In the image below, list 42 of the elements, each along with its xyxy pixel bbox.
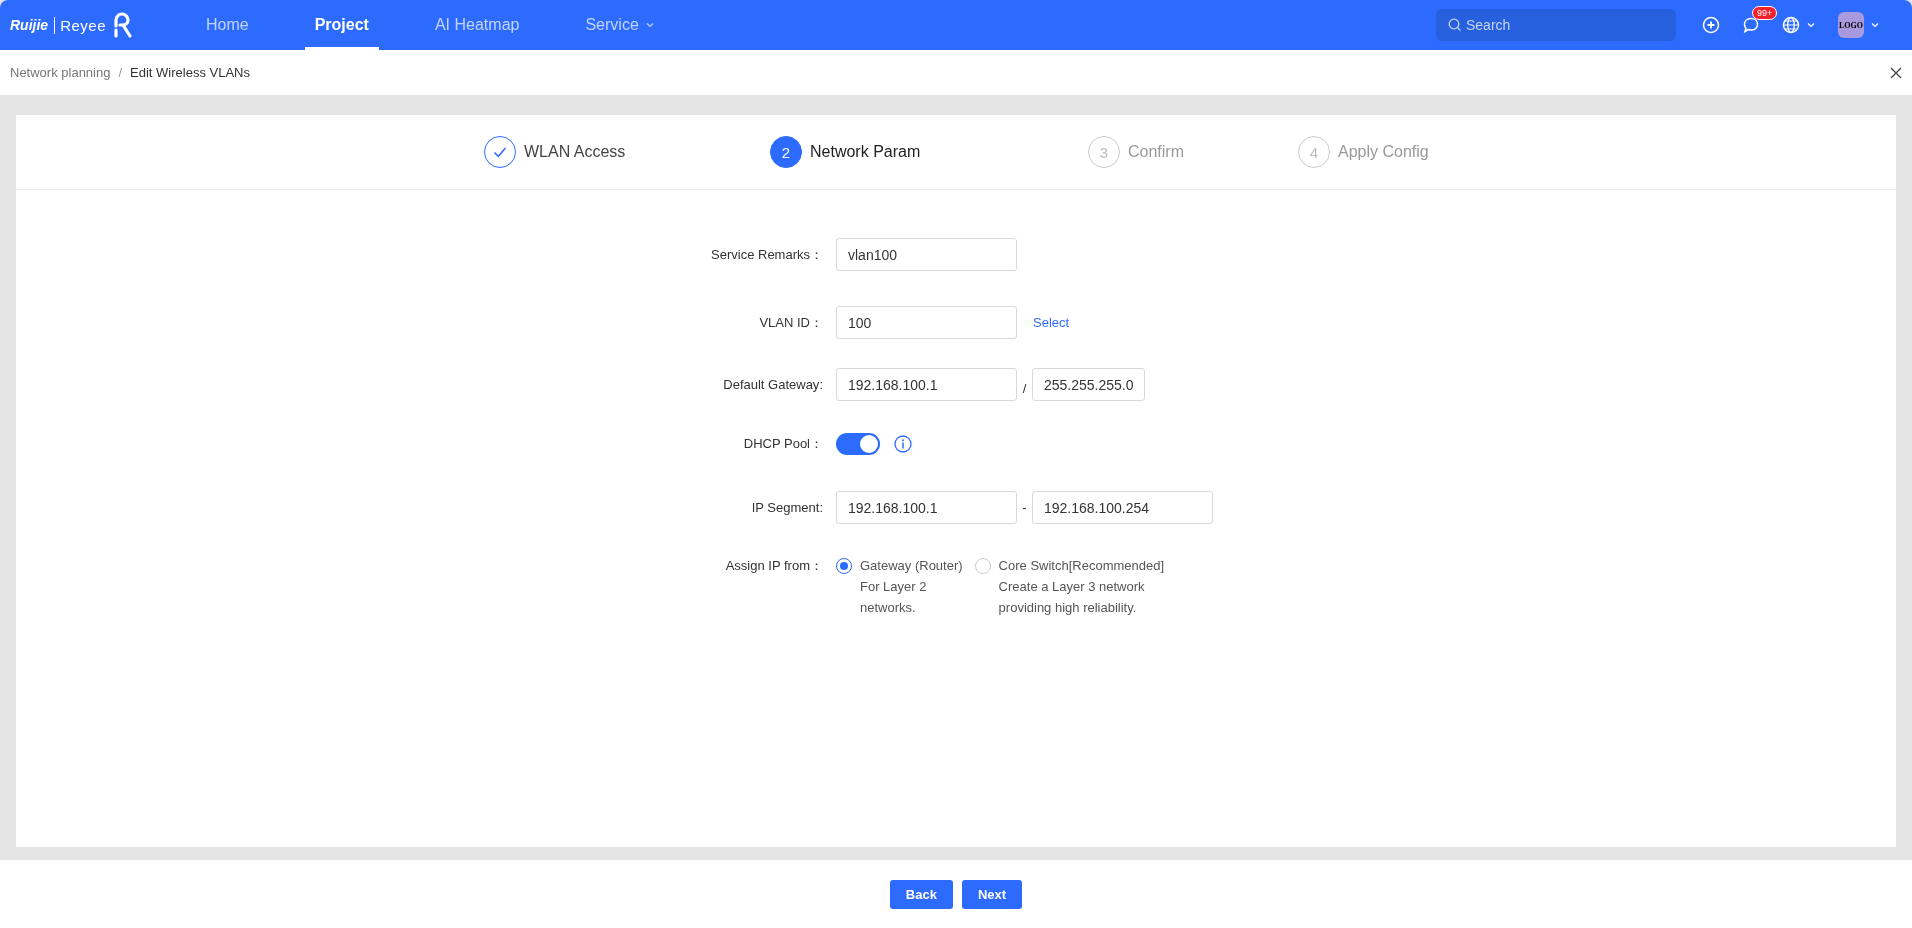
breadcrumb-link[interactable]: Edit Wireless VLANs [130,65,250,80]
select-link[interactable]: Select [1033,315,1070,330]
step-number: 4 [1298,136,1330,168]
breadcrumb-separator: / [118,65,123,80]
radio-label: Core Switch[Recommended] Create a Layer 3 network providing high reliability. [998,557,1165,617]
field-label: VLAN ID： [758,313,824,332]
search-icon [1448,18,1462,32]
add-button[interactable] [1702,16,1720,34]
field-label: Default Gateway: [722,377,824,392]
radio-label: Gateway (Router) For Layer 2 networks. [860,557,963,617]
field-label: IP Segment: [750,500,824,515]
input-field[interactable]: 192.168.100.1 [836,491,1017,524]
info-icon[interactable] [894,434,912,453]
input-field[interactable]: vlan100 [836,238,1017,271]
step-number: 3 [1088,136,1120,168]
chevron-down-icon [1870,20,1880,30]
next-button[interactable]: Next [961,879,1023,909]
input-field[interactable]: 100 [836,306,1017,339]
input-field[interactable]: 255.255.255.0 [1032,368,1145,401]
step-label: WLAN Access [524,143,626,161]
field-label: Assign IP from： [724,557,824,575]
field-label: DHCP Pool： [742,434,824,453]
step-label: Network Param [810,143,921,161]
back-button[interactable]: Back [889,879,953,909]
separator-text: / [1021,380,1028,396]
breadcrumb-link[interactable]: Network planning [10,65,111,80]
field-label: Service Remarks： [710,245,824,264]
toggle-switch[interactable] [836,432,880,455]
language-button[interactable] [1782,16,1816,34]
brand-logo: Ruijie Reyee [10,12,196,38]
input-field[interactable]: 192.168.100.254 [1032,491,1213,524]
step-label: Confirm [1128,143,1184,161]
chevron-down-icon [1806,20,1816,30]
chevron-down-icon [644,20,655,30]
search-field[interactable]: Search [1436,9,1676,41]
notification-badge: 99+ [1752,6,1778,20]
step-label: Apply Config [1338,143,1429,161]
step-number: 2 [770,136,802,168]
close-icon[interactable] [1890,66,1902,79]
messages-button[interactable] [1742,16,1760,34]
separator-text: - [1021,500,1028,515]
input-field[interactable]: 192.168.100.1 [836,368,1017,401]
